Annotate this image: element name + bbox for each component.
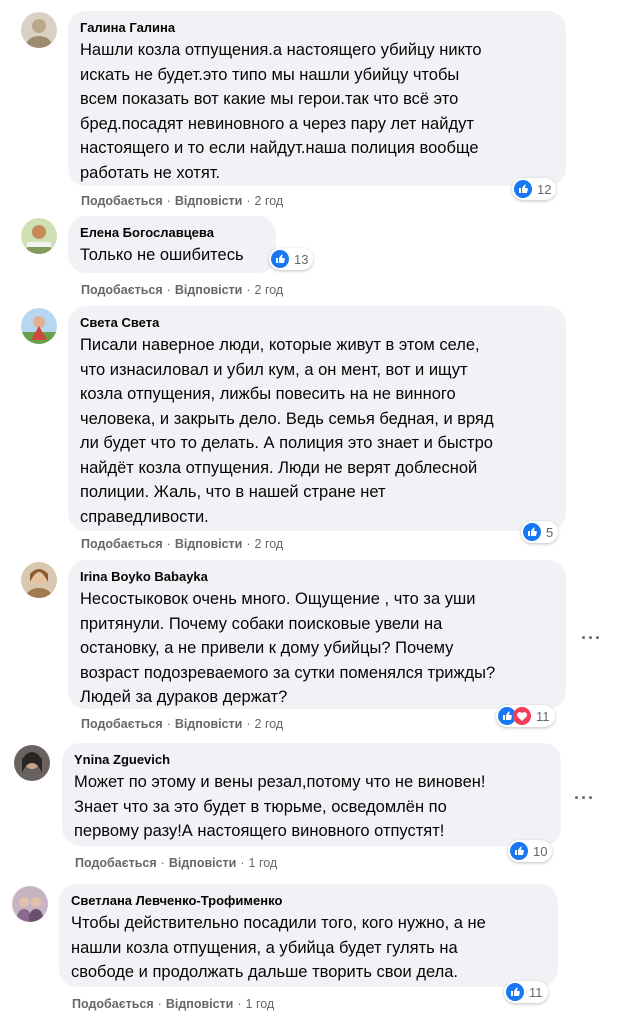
comment-text: Нашли козла отпущения.а настоящего убийц…: [80, 41, 482, 182]
like-link[interactable]: Подобається: [72, 997, 154, 1011]
reaction-summary[interactable]: 11: [496, 705, 555, 727]
avatar[interactable]: [21, 218, 57, 254]
reaction-summary[interactable]: 10: [508, 840, 553, 862]
reaction-count: 11: [529, 984, 543, 1000]
reply-link[interactable]: Відповісти: [175, 537, 243, 551]
comment-author[interactable]: Елена Богославцева: [80, 224, 264, 241]
comment-author[interactable]: Света Света: [80, 314, 554, 331]
comment-time[interactable]: 1 год: [246, 997, 275, 1011]
reply-link[interactable]: Відповісти: [166, 997, 234, 1011]
comment-bubble: Ynina Zguevich Может по этому и вены рез…: [62, 743, 561, 846]
comment-time[interactable]: 2 год: [255, 717, 284, 731]
like-reaction-icon: [523, 523, 541, 541]
reaction-count: 12: [537, 181, 552, 197]
reaction-summary[interactable]: 11: [504, 981, 548, 1003]
comment-author[interactable]: Ynina Zguevich: [74, 751, 549, 768]
love-reaction-icon: [513, 707, 531, 725]
like-reaction-icon: [514, 180, 532, 198]
comment-text: Писали наверное люди, которые живут в эт…: [80, 336, 494, 526]
comment-time[interactable]: 2 год: [255, 283, 284, 297]
reply-link[interactable]: Відповісти: [175, 194, 243, 208]
like-reaction-icon: [510, 842, 528, 860]
reaction-summary[interactable]: 5: [521, 521, 559, 543]
comment-time[interactable]: 2 год: [255, 194, 284, 208]
reaction-count: 10: [533, 843, 548, 859]
reaction-summary[interactable]: 12: [512, 178, 557, 200]
comment-text: Чтобы действительно посадили того, кого …: [71, 914, 486, 981]
reaction-count: 11: [536, 708, 550, 724]
more-options-icon[interactable]: ···: [574, 789, 595, 807]
comment-author[interactable]: Светлана Левченко-Трофименко: [71, 892, 546, 909]
avatar[interactable]: [12, 886, 48, 922]
like-link[interactable]: Подобається: [81, 717, 163, 731]
comment-text: Может по этому и вены резал,потому что н…: [74, 773, 486, 840]
comment-time[interactable]: 2 год: [255, 537, 284, 551]
comment-actions: Подобається · Відповісти · 2 год: [81, 537, 284, 551]
comment-actions: Подобається · Відповісти · 1 год: [72, 997, 275, 1011]
reaction-summary[interactable]: 13: [269, 248, 314, 270]
comment-author[interactable]: Irina Boyko Babayka: [80, 568, 554, 585]
comment-author[interactable]: Галина Галина: [80, 19, 554, 36]
avatar[interactable]: [21, 12, 57, 48]
more-options-icon[interactable]: ···: [581, 629, 602, 647]
like-link[interactable]: Подобається: [75, 856, 157, 870]
reaction-count: 13: [294, 251, 309, 267]
comment-bubble: Света Света Писали наверное люди, которы…: [68, 306, 566, 531]
reaction-count: 5: [546, 524, 554, 540]
like-link[interactable]: Подобається: [81, 537, 163, 551]
reply-link[interactable]: Відповісти: [175, 283, 243, 297]
like-link[interactable]: Подобається: [81, 283, 163, 297]
comment-actions: Подобається · Відповісти · 1 год: [75, 856, 278, 870]
reply-link[interactable]: Відповісти: [169, 856, 237, 870]
comment-bubble: Елена Богославцева Только не ошибитесь: [68, 216, 276, 273]
comment-text: Несостыковок очень много. Ощущение , что…: [80, 590, 496, 706]
like-reaction-icon: [506, 983, 524, 1001]
comment-actions: Подобається · Відповісти · 2 год: [81, 283, 284, 297]
comment-actions: Подобається · Відповісти · 2 год: [81, 717, 284, 731]
comment-bubble: Светлана Левченко-Трофименко Чтобы дейст…: [59, 884, 558, 987]
comment-time[interactable]: 1 год: [249, 856, 278, 870]
comment-text: Только не ошибитесь: [80, 246, 244, 264]
comment-bubble: Галина Галина Нашли козла отпущения.а на…: [68, 11, 566, 186]
reply-link[interactable]: Відповісти: [175, 717, 243, 731]
comment-actions: Подобається · Відповісти · 2 год: [81, 194, 284, 208]
avatar[interactable]: [14, 745, 50, 781]
avatar[interactable]: [21, 308, 57, 344]
like-reaction-icon: [271, 250, 289, 268]
avatar[interactable]: [21, 562, 57, 598]
like-link[interactable]: Подобається: [81, 194, 163, 208]
comment-bubble: Irina Boyko Babayka Несостыковок очень м…: [68, 560, 566, 709]
